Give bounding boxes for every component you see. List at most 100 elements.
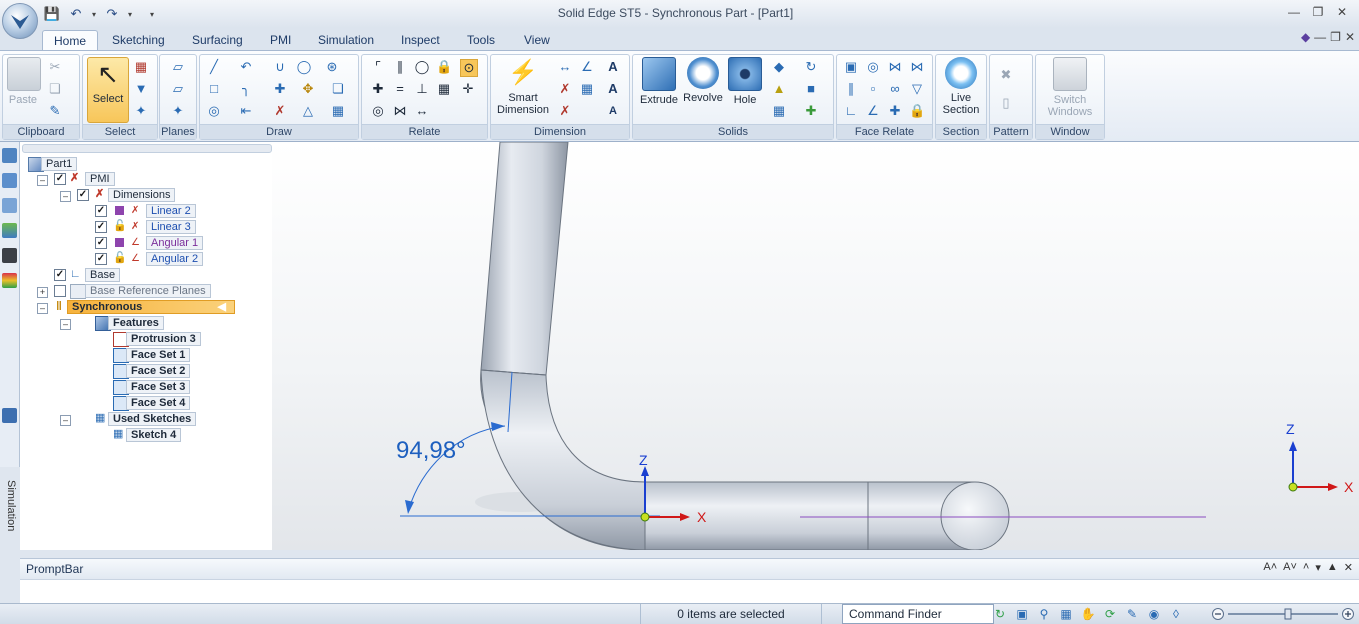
pmi-checkbox[interactable]: ✓ bbox=[54, 173, 66, 185]
align-face-icon[interactable]: ✚ bbox=[887, 103, 903, 119]
distance-between-icon[interactable]: ↔ bbox=[557, 59, 573, 75]
collapse-icon[interactable]: ˄ bbox=[1303, 561, 1309, 574]
help-icon[interactable]: ◆ bbox=[1301, 30, 1310, 44]
tree-item-faceset4[interactable]: Face Set 4 bbox=[126, 396, 191, 410]
graphics-viewport[interactable]: 94,98° Z X Z X bbox=[272, 142, 1359, 550]
tree-item-used-sketches[interactable]: Used Sketches bbox=[108, 412, 197, 426]
view-cube-icon[interactable]: ◉ bbox=[1146, 606, 1162, 622]
project-icon[interactable]: ⊛ bbox=[324, 59, 340, 75]
doc-minimize-icon[interactable]: — bbox=[1314, 30, 1326, 44]
plane-offset-icon[interactable]: ▱ bbox=[170, 81, 186, 97]
symmetric-icon[interactable]: ⋈ bbox=[392, 103, 408, 119]
application-button[interactable] bbox=[2, 3, 38, 39]
thin-wall-icon[interactable]: ◆ bbox=[771, 59, 787, 75]
coplanar-icon[interactable]: ▣ bbox=[843, 59, 859, 75]
symmetric-face-icon[interactable]: ⋈ bbox=[887, 59, 903, 75]
close-icon[interactable]: ✕ bbox=[1331, 3, 1353, 21]
live-section-button[interactable]: Live Section bbox=[939, 57, 983, 116]
collapse-used-sketches-icon[interactable]: – bbox=[60, 415, 71, 426]
view-orientation-icon[interactable]: ◊ bbox=[1168, 606, 1184, 622]
base-checkbox[interactable]: ✓ bbox=[54, 269, 66, 281]
tab-tools[interactable]: Tools bbox=[456, 30, 506, 50]
trim-icon[interactable]: ✚ bbox=[272, 81, 288, 97]
text-icon[interactable]: A bbox=[605, 81, 621, 97]
tree-item-sketch4[interactable]: Sketch 4 bbox=[126, 428, 182, 442]
angle-face-icon[interactable]: ∠ bbox=[865, 103, 881, 119]
angle-dimension-label[interactable]: 94,98° bbox=[396, 437, 466, 464]
tree-item-pmi[interactable]: PMI bbox=[85, 172, 115, 186]
fillet-icon[interactable]: ╮ bbox=[238, 81, 254, 97]
coordinate-dimension-icon[interactable]: ✗ bbox=[557, 81, 573, 97]
prompt-close-icon[interactable]: ✕ bbox=[1344, 561, 1353, 574]
connect-icon[interactable]: ⌜ bbox=[370, 59, 386, 75]
tree-item-synchronous[interactable]: Synchronous ◀ bbox=[67, 300, 235, 314]
select-tools-icon[interactable]: ✦ bbox=[133, 103, 149, 119]
angle-between-icon[interactable]: ∠ bbox=[579, 59, 595, 75]
tab-surfacing[interactable]: Surfacing bbox=[181, 30, 254, 50]
parallel-icon[interactable]: ∥ bbox=[392, 59, 408, 75]
smart-dimension-button[interactable]: ⚡ Smart Dimension bbox=[495, 57, 551, 116]
collapse-dimensions-icon[interactable]: – bbox=[60, 191, 71, 202]
rigid-set-icon[interactable]: ▦ bbox=[436, 81, 452, 97]
line-icon[interactable]: ╱ bbox=[206, 59, 222, 75]
doc-close-icon[interactable]: ✕ bbox=[1345, 30, 1355, 44]
revolve-button[interactable]: Revolve bbox=[683, 57, 723, 104]
command-finder-input[interactable]: Command Finder bbox=[842, 604, 994, 624]
tree-item-dimensions[interactable]: Dimensions bbox=[108, 188, 176, 202]
angular1-checkbox[interactable]: ✓ bbox=[95, 237, 107, 249]
tree-item-base[interactable]: Base bbox=[85, 268, 121, 282]
tab-inspect[interactable]: Inspect bbox=[390, 30, 451, 50]
zoom-area-icon[interactable]: ▣ bbox=[1014, 606, 1030, 622]
tab-simulation[interactable]: Simulation bbox=[307, 30, 385, 50]
tree-item-faceset2[interactable]: Face Set 2 bbox=[126, 364, 191, 378]
origin-point[interactable] bbox=[640, 512, 650, 522]
pin-icon[interactable]: ▲ bbox=[1327, 561, 1338, 574]
fit-icon[interactable]: ▦ bbox=[1058, 606, 1074, 622]
rib-icon[interactable]: ▦ bbox=[771, 103, 787, 119]
tree-item-features[interactable]: Features bbox=[108, 316, 164, 330]
options-dropdown-icon[interactable]: ▾ bbox=[1315, 561, 1321, 574]
collapse-pmi-icon[interactable]: – bbox=[37, 175, 48, 186]
tab-pmi[interactable]: PMI bbox=[259, 30, 302, 50]
tree-item-angular1[interactable]: Angular 1 bbox=[146, 236, 204, 250]
draft-icon[interactable]: ▲ bbox=[771, 81, 787, 97]
select-filter-icon[interactable]: ▼ bbox=[133, 81, 149, 97]
relationship-handles-icon[interactable]: ✛ bbox=[460, 81, 476, 97]
arc-icon[interactable]: ↶ bbox=[238, 59, 254, 75]
switch-windows-button[interactable]: Switch Windows bbox=[1040, 57, 1100, 118]
construction-icon[interactable]: ❏ bbox=[330, 81, 346, 97]
lock-icon[interactable]: 🔒 bbox=[436, 59, 452, 75]
simulation-tab-icon[interactable] bbox=[2, 273, 17, 288]
delete-entity-icon[interactable]: ✗ bbox=[272, 103, 288, 119]
offset-face-icon[interactable]: ▫ bbox=[865, 81, 881, 97]
copy-icon[interactable]: ❏ bbox=[47, 81, 63, 97]
tree-splitter[interactable] bbox=[22, 144, 272, 153]
coordinate-system-icon[interactable]: ✦ bbox=[170, 103, 186, 119]
tree-item-linear3[interactable]: Linear 3 bbox=[146, 220, 196, 234]
family-of-parts-icon[interactable] bbox=[2, 173, 17, 188]
collinear-icon[interactable]: ↔ bbox=[414, 103, 430, 119]
tree-item-faceset1[interactable]: Face Set 1 bbox=[126, 348, 191, 362]
maintain-relationships-icon[interactable]: ⊙ bbox=[460, 59, 478, 77]
hole-button[interactable]: Hole bbox=[727, 57, 763, 106]
offset-icon[interactable]: ◯ bbox=[296, 59, 312, 75]
linear3-checkbox[interactable]: ✓ bbox=[95, 221, 107, 233]
tab-view[interactable]: View bbox=[513, 30, 561, 50]
angular2-checkbox[interactable]: ✓ bbox=[95, 253, 107, 265]
perpendicular-face-icon[interactable]: ∟ bbox=[843, 103, 859, 119]
zoom-slider[interactable] bbox=[1212, 608, 1354, 620]
text-small-icon[interactable]: A bbox=[605, 103, 621, 119]
coaxial-icon[interactable]: ◎ bbox=[865, 59, 881, 75]
chamfer-icon[interactable]: ■ bbox=[803, 81, 819, 97]
angular-coordinate-icon[interactable]: ✗ bbox=[557, 103, 573, 119]
base-ref-checkbox[interactable] bbox=[54, 285, 66, 297]
tab-sketching[interactable]: Sketching bbox=[101, 30, 176, 50]
zoom-icon[interactable]: ⚲ bbox=[1036, 606, 1052, 622]
expand-base-ref-icon[interactable]: + bbox=[37, 287, 48, 298]
concentric-face-icon[interactable]: ∞ bbox=[887, 81, 903, 97]
sensors-icon[interactable] bbox=[2, 248, 17, 263]
mirror-pattern-icon[interactable]: ▯ bbox=[998, 95, 1014, 111]
concentric-icon[interactable]: ◎ bbox=[370, 103, 386, 119]
rectangle-icon[interactable]: □ bbox=[206, 81, 222, 97]
curve-icon[interactable]: ∪ bbox=[272, 59, 288, 75]
